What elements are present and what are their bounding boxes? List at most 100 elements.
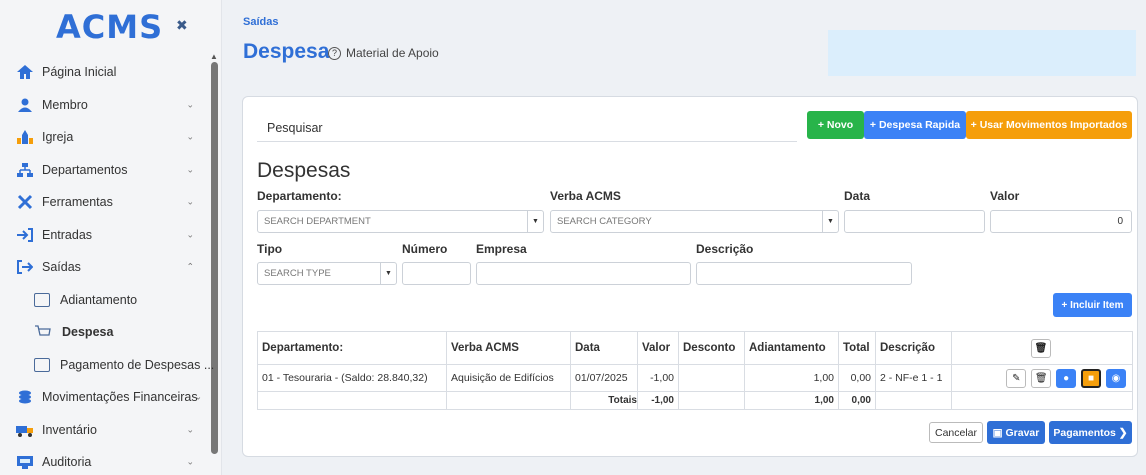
sidebar-item-label: Inventário: [42, 422, 97, 437]
usar-movimentos-label: Usar Movimentos Importados: [979, 119, 1128, 131]
save-label: Gravar: [1005, 426, 1040, 439]
sidebar-item-auditoria[interactable]: Auditoria ⌄: [0, 446, 221, 475]
delete-all-button[interactable]: 🗑: [1031, 338, 1051, 358]
sidebar-item-igreja[interactable]: Igreja ⌄: [0, 121, 221, 154]
empresa-label: Empresa: [476, 242, 527, 256]
incluir-item-button[interactable]: + Incluir Item: [1053, 293, 1132, 317]
save-button[interactable]: ▣ Gravar: [987, 421, 1045, 444]
table-row[interactable]: 01 - Tesouraria - (Saldo: 28.840,32) Aqu…: [257, 364, 1133, 392]
sidebar-item-label: Movimentações Financeiras: [42, 390, 198, 405]
despesa-rapida-button[interactable]: + Despesa Rapida: [864, 111, 966, 139]
sidebar-item-departamentos[interactable]: Departamentos ⌄: [0, 154, 221, 187]
pin-icon[interactable]: ✖: [176, 17, 188, 34]
numero-input[interactable]: [402, 262, 471, 285]
verba-select[interactable]: SEARCH CATEGORY ▼: [550, 210, 839, 233]
cell-desconto: [678, 364, 745, 392]
departamento-label: Departamento:: [257, 189, 342, 203]
pencil-icon: ✎: [1012, 372, 1021, 384]
app-logo[interactable]: ACMS: [56, 8, 163, 46]
coins-icon: [16, 388, 34, 406]
sidebar-item-label: Auditoria: [42, 455, 92, 470]
plus-icon: +: [1061, 299, 1071, 311]
sidebar-item-label: Página Inicial: [42, 65, 117, 80]
sidebar-item-pagamento-despesas[interactable]: Pagamento de Despesas ...: [0, 349, 221, 382]
sidebar-item-label: Entradas: [42, 227, 93, 242]
truck-icon: [16, 421, 34, 439]
chevron-down-icon: ⌄: [186, 424, 194, 435]
empresa-input[interactable]: [476, 262, 691, 285]
sidebar-item-ferramentas[interactable]: Ferramentas ⌄: [0, 186, 221, 219]
col-total: Total: [838, 331, 876, 365]
sidebar-item-label: Ferramentas: [42, 195, 113, 210]
camera-icon: ◉: [1111, 372, 1121, 384]
pagamentos-button[interactable]: Pagamentos ❯: [1049, 421, 1132, 444]
cart-icon: [34, 323, 52, 341]
audit-icon: [16, 453, 34, 471]
list-icon: [34, 357, 50, 372]
chevron-down-icon: ⌄: [186, 99, 194, 110]
sign-in-icon: [16, 226, 34, 244]
page-title: Despesa: [243, 40, 330, 63]
sidebar-item-label: Adiantamento: [60, 292, 138, 307]
cell-data: 01/07/2025: [570, 364, 638, 392]
novo-label: Novo: [826, 119, 854, 131]
sidebar: ACMS ✖ ▲ Página Inicial Membro ⌄ Igreja …: [0, 0, 222, 475]
col-desconto: Desconto: [678, 331, 745, 365]
search-label[interactable]: Pesquisar: [267, 121, 323, 135]
camera-button[interactable]: ◉: [1106, 368, 1126, 388]
sidebar-item-inventario[interactable]: Inventário ⌄: [0, 414, 221, 447]
caret-down-icon: ▼: [380, 263, 396, 284]
sidebar-item-adiantamento[interactable]: Adiantamento: [0, 284, 221, 317]
tools-icon: [16, 193, 34, 211]
trash-icon: 🗑: [1034, 372, 1048, 384]
help-link[interactable]: ? Material de Apoio: [328, 46, 439, 60]
departamento-select[interactable]: SEARCH DEPARTMENT ▼: [257, 210, 544, 233]
edit-button[interactable]: ✎: [1006, 368, 1027, 388]
chevron-down-icon: ⌄: [186, 456, 194, 467]
breadcrumb[interactable]: Saídas: [243, 16, 278, 28]
home-icon: [16, 63, 34, 81]
sidebar-item-pagina-inicial[interactable]: Página Inicial: [0, 56, 221, 89]
cancel-button[interactable]: Cancelar: [929, 422, 983, 443]
totals-empty: [678, 391, 745, 410]
totals-total: 0,00: [838, 391, 876, 410]
plus-icon: +: [970, 119, 980, 131]
tipo-placeholder: SEARCH TYPE: [264, 268, 331, 279]
sidebar-item-despesa[interactable]: Despesa: [0, 316, 221, 349]
totals-empty: [257, 391, 447, 410]
descricao-input[interactable]: [696, 262, 912, 285]
tipo-label: Tipo: [257, 242, 283, 256]
caret-down-icon: ▼: [822, 211, 838, 232]
usar-movimentos-button[interactable]: + Usar Movimentos Importados: [966, 111, 1132, 139]
col-data: Data: [570, 331, 638, 365]
section-heading: Despesas: [257, 159, 351, 182]
sidebar-item-saidas[interactable]: Saídas ⌃: [0, 251, 221, 284]
valor-input[interactable]: 0: [990, 210, 1132, 233]
totals-valor: -1,00: [637, 391, 679, 410]
delete-button[interactable]: 🗑: [1031, 368, 1052, 388]
sidebar-item-label: Saídas: [42, 260, 81, 275]
cell-departamento: 01 - Tesouraria - (Saldo: 28.840,32): [257, 364, 447, 392]
sidebar-item-membro[interactable]: Membro ⌄: [0, 89, 221, 122]
sidebar-item-label: Despesa: [62, 325, 114, 340]
numero-label: Número: [402, 242, 448, 256]
data-input[interactable]: [844, 210, 985, 233]
tipo-select[interactable]: SEARCH TYPE ▼: [257, 262, 397, 285]
col-valor: Valor: [637, 331, 679, 365]
totals-adiantamento: 1,00: [744, 391, 839, 410]
copy-icon: ■: [1088, 372, 1095, 384]
tag-button[interactable]: ●: [1056, 368, 1077, 388]
col-verba: Verba ACMS: [446, 331, 571, 365]
verba-label: Verba ACMS: [550, 189, 621, 203]
sidebar-item-entradas[interactable]: Entradas ⌄: [0, 219, 221, 252]
sidebar-item-movimentacoes[interactable]: Movimentações Financeiras ⌄: [0, 381, 221, 414]
novo-button[interactable]: + Novo: [807, 111, 864, 139]
valor-label: Valor: [990, 189, 1020, 203]
church-icon: [16, 128, 34, 146]
cell-verba: Aquisição de Edifícios: [446, 364, 571, 392]
despesa-rapida-label: Despesa Rapida: [878, 119, 961, 131]
totals-empty: [951, 391, 1133, 410]
items-table: Departamento: Verba ACMS Data Valor Desc…: [257, 331, 1133, 410]
copy-button[interactable]: ■: [1081, 368, 1102, 388]
cell-adiantamento: 1,00: [744, 364, 839, 392]
